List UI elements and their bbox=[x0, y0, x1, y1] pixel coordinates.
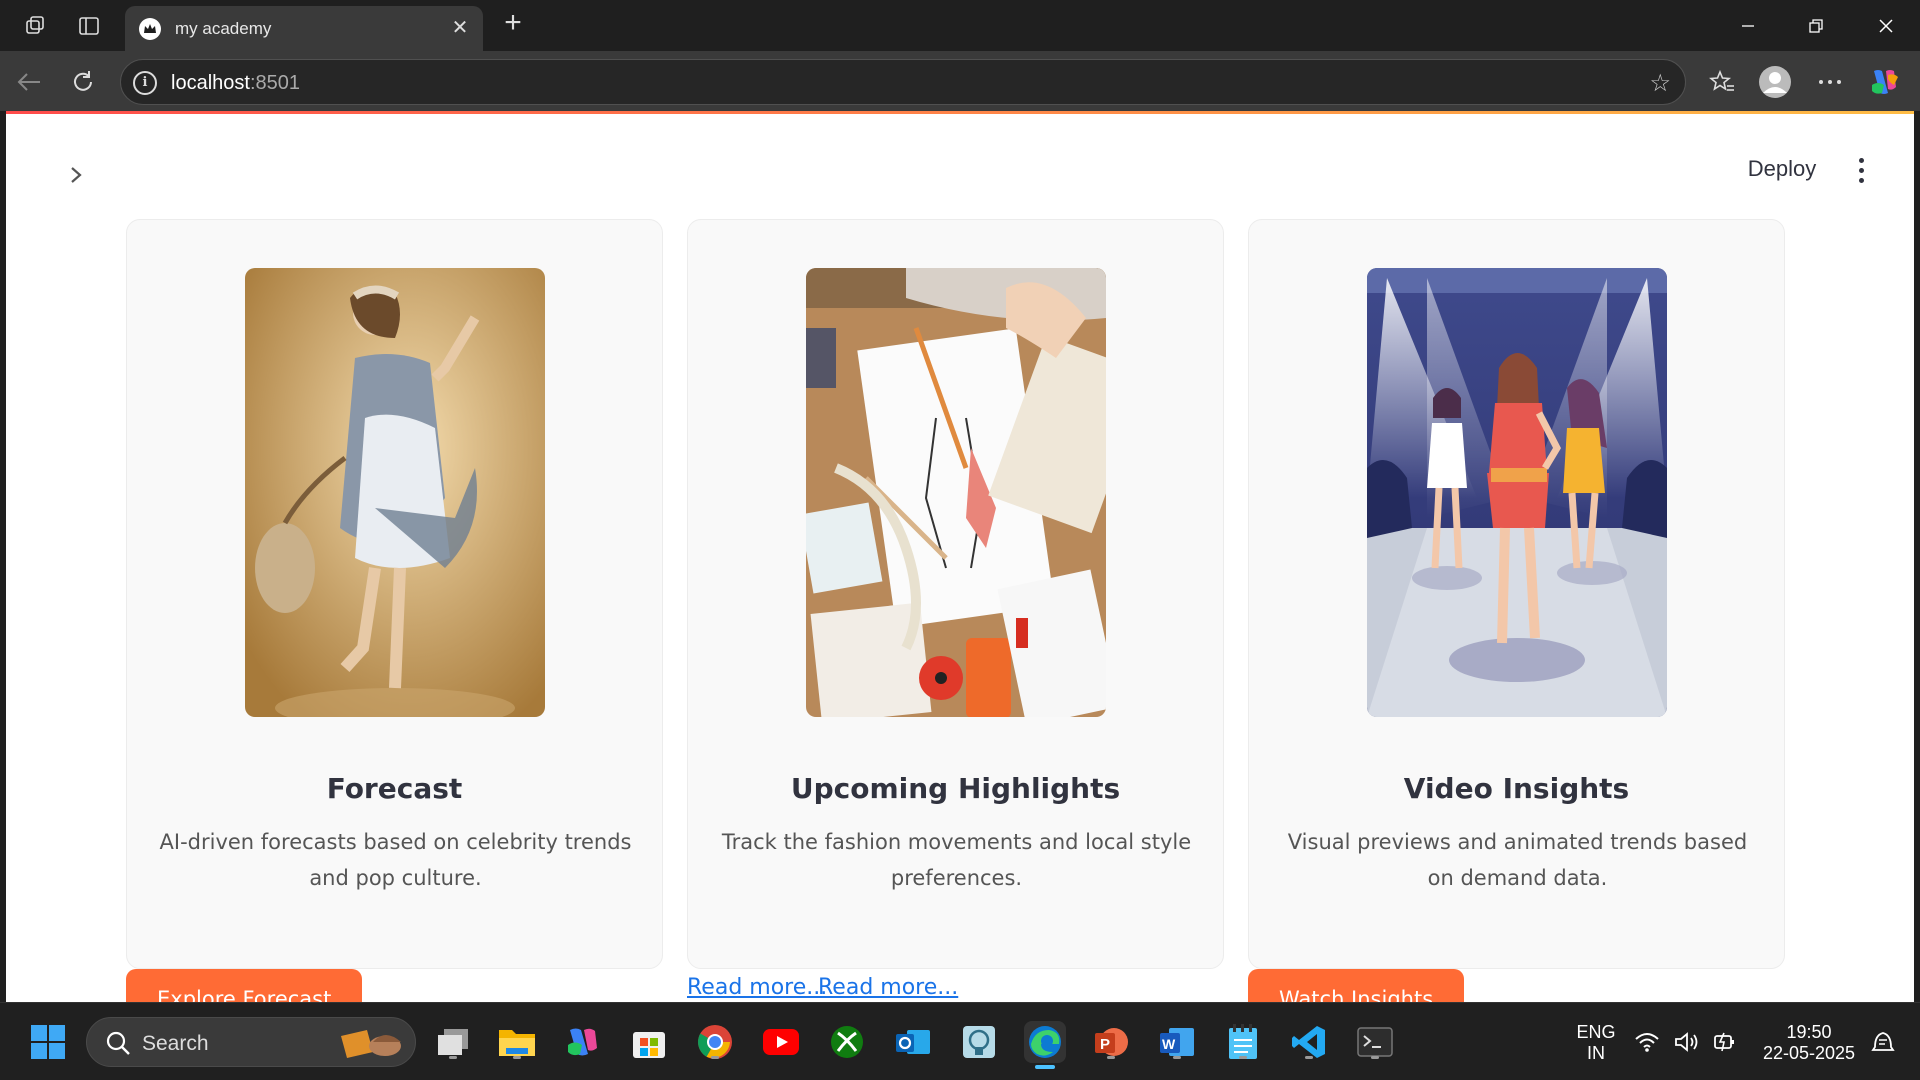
copilot-app-icon[interactable] bbox=[562, 1021, 604, 1063]
card-description: Visual previews and animated trends base… bbox=[1287, 830, 1748, 890]
card-title: Forecast bbox=[326, 772, 463, 805]
clock[interactable]: 19:50 22-05-2025 bbox=[1754, 1022, 1864, 1064]
language-indicator[interactable]: ENG IN bbox=[1576, 1022, 1616, 1064]
start-icon[interactable] bbox=[27, 1021, 69, 1063]
card-description: Track the fashion movements and local st… bbox=[721, 830, 1192, 890]
terminal-icon[interactable] bbox=[1354, 1021, 1396, 1063]
active-tab[interactable]: my academy ✕ bbox=[125, 6, 483, 51]
address-bar[interactable]: i localhost:8501 ☆ bbox=[120, 59, 1686, 105]
windows-taskbar: Search P W ENG IN 19:50 22-05-2025 bbox=[0, 1002, 1920, 1080]
restore-icon[interactable] bbox=[1782, 0, 1850, 51]
search-label: Search bbox=[142, 1032, 209, 1055]
edge-icon[interactable] bbox=[1024, 1021, 1066, 1069]
copilot-icon[interactable] bbox=[1867, 65, 1901, 99]
remote-desktop-icon[interactable] bbox=[958, 1021, 1000, 1063]
explore-forecast-button[interactable]: Explore Forecast bbox=[126, 969, 363, 1002]
card-title: Upcoming Highlights bbox=[790, 772, 1121, 805]
card-title: Video Insights bbox=[1403, 772, 1630, 805]
outlook-icon[interactable] bbox=[892, 1021, 934, 1063]
chrome-icon[interactable] bbox=[694, 1021, 736, 1063]
minimize-icon[interactable] bbox=[1714, 0, 1782, 51]
card-video-insights: Video Insights Visual previews and anima… bbox=[1248, 219, 1785, 969]
svg-text:P: P bbox=[1100, 1036, 1110, 1053]
page-viewport: Deploy Forecast AI-driven forecasts base… bbox=[6, 111, 1914, 1002]
profile-avatar[interactable] bbox=[1758, 65, 1792, 99]
new-tab-button[interactable]: + bbox=[497, 8, 529, 40]
task-view-icon[interactable] bbox=[432, 1021, 474, 1063]
deploy-button[interactable]: Deploy bbox=[1732, 149, 1832, 189]
battery-icon[interactable] bbox=[1710, 1021, 1740, 1063]
word-icon[interactable]: W bbox=[1156, 1021, 1198, 1063]
url-text: localhost:8501 bbox=[171, 72, 300, 94]
card-forecast: Forecast AI-driven forecasts based on ce… bbox=[126, 219, 663, 969]
youtube-icon[interactable] bbox=[760, 1021, 802, 1063]
notepad-icon[interactable] bbox=[1222, 1021, 1264, 1063]
main-menu-icon[interactable] bbox=[1846, 153, 1876, 187]
wifi-icon[interactable] bbox=[1632, 1021, 1662, 1063]
svg-text:W: W bbox=[1162, 1036, 1176, 1052]
tab-actions-icon[interactable] bbox=[75, 12, 103, 40]
powerpoint-icon[interactable]: P bbox=[1090, 1021, 1132, 1063]
volume-icon[interactable] bbox=[1672, 1021, 1702, 1063]
site-info-icon[interactable]: i bbox=[133, 71, 157, 95]
chevron-right-icon[interactable] bbox=[56, 155, 96, 195]
microsoft-store-icon[interactable] bbox=[628, 1021, 670, 1063]
read-more-link[interactable]: Read more... bbox=[818, 975, 958, 1000]
search-highlight-icon bbox=[341, 1030, 401, 1058]
browser-toolbar: i localhost:8501 ☆ bbox=[0, 51, 1920, 111]
file-explorer-icon[interactable] bbox=[496, 1021, 538, 1063]
vscode-icon[interactable] bbox=[1288, 1021, 1330, 1063]
back-icon[interactable] bbox=[12, 65, 46, 99]
video-insights-image bbox=[1367, 268, 1667, 717]
xbox-icon[interactable] bbox=[826, 1021, 868, 1063]
card-upcoming-highlights: Upcoming Highlights Track the fashion mo… bbox=[687, 219, 1224, 969]
more-options-icon[interactable] bbox=[1813, 65, 1847, 99]
watch-insights-button[interactable]: Watch Insights bbox=[1248, 969, 1465, 1002]
refresh-icon[interactable] bbox=[66, 65, 100, 99]
card-description: AI-driven forecasts based on celebrity t… bbox=[159, 830, 632, 890]
notifications-icon[interactable] bbox=[1868, 1021, 1898, 1063]
forecast-image bbox=[245, 268, 545, 717]
header-accent-bar bbox=[6, 111, 1914, 114]
tab-title: my academy bbox=[175, 19, 272, 38]
close-tab-icon[interactable]: ✕ bbox=[447, 15, 473, 41]
workspaces-icon[interactable] bbox=[22, 12, 50, 40]
close-window-icon[interactable] bbox=[1852, 0, 1920, 51]
crown-icon bbox=[139, 18, 161, 40]
favorites-icon[interactable] bbox=[1705, 65, 1739, 99]
taskbar-search[interactable]: Search bbox=[86, 1017, 416, 1067]
highlights-image bbox=[806, 268, 1106, 717]
favorite-star-icon[interactable]: ☆ bbox=[1649, 69, 1671, 98]
browser-title-bar: my academy ✕ + bbox=[0, 0, 1920, 51]
read-more-link[interactable]: Read more... bbox=[687, 975, 827, 1000]
